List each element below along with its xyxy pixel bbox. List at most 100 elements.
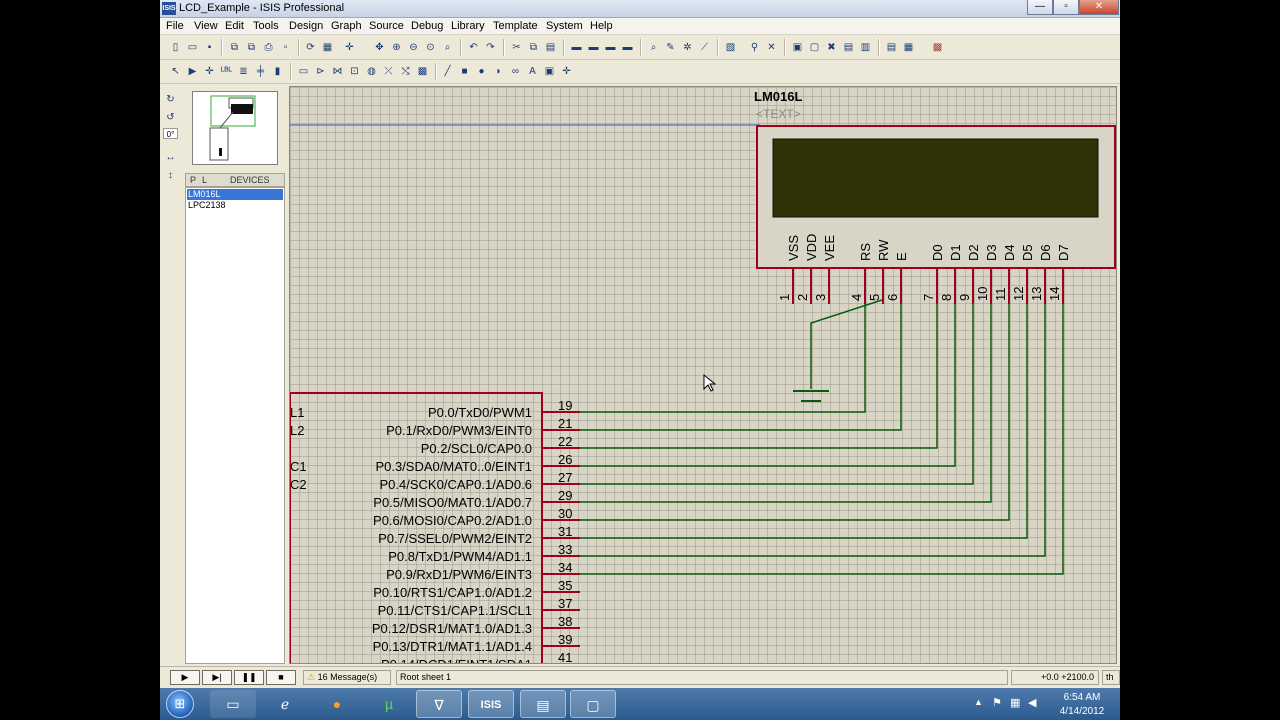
messages-field[interactable]: ⚠ 16 Message(s) xyxy=(303,670,391,685)
menu-debug[interactable]: Debug xyxy=(411,20,443,32)
mirror-vertical-icon[interactable]: ↕ xyxy=(163,168,178,183)
zoom-in-icon[interactable]: ⊕ xyxy=(389,40,404,55)
generator-icon[interactable]: ◍ xyxy=(364,64,379,79)
export-icon[interactable]: ⧉ xyxy=(244,40,259,55)
device-item-lpc2138[interactable]: LPC2138 xyxy=(187,200,283,211)
property-tool-icon[interactable]: ✕ xyxy=(764,40,779,55)
menu-view[interactable]: View xyxy=(194,20,218,32)
device-item-lm016l[interactable]: LM016L xyxy=(187,189,283,200)
firefox-icon[interactable]: ● xyxy=(314,690,360,718)
grid-icon[interactable]: ▦ xyxy=(320,40,335,55)
menu-edit[interactable]: Edit xyxy=(225,20,244,32)
visual-studio-icon[interactable]: ∇ xyxy=(416,690,462,718)
menu-design[interactable]: Design xyxy=(289,20,323,32)
clock-time[interactable]: 6:54 AM xyxy=(1058,692,1106,703)
save-icon[interactable]: ▪ xyxy=(202,40,217,55)
graph-icon[interactable]: ⋈ xyxy=(330,64,345,79)
rotate-cw-icon[interactable]: ↻ xyxy=(163,92,178,107)
window-icon[interactable]: ▢ xyxy=(570,690,616,718)
start-button[interactable]: ⊞ xyxy=(166,690,194,718)
current-probe-icon[interactable]: ⤭ xyxy=(398,64,413,79)
import-icon[interactable]: ⧉ xyxy=(227,40,242,55)
box-icon[interactable]: ■ xyxy=(457,64,472,79)
pin-icon[interactable]: ⊳ xyxy=(313,64,328,79)
junction-mode-icon[interactable]: ✛ xyxy=(202,64,217,79)
block-rotate-icon[interactable]: ▬ xyxy=(603,40,618,55)
menu-help[interactable]: Help xyxy=(590,20,613,32)
step-button[interactable]: ▶| xyxy=(202,670,232,685)
subcircuit-icon[interactable]: ▮ xyxy=(270,64,285,79)
path-icon[interactable]: ∞ xyxy=(508,64,523,79)
network-icon[interactable]: ▦ xyxy=(1010,696,1020,709)
paste-icon[interactable]: ▤ xyxy=(543,40,558,55)
tray-expand-icon[interactable]: ▲ xyxy=(974,697,983,707)
block-delete-icon[interactable]: ▬ xyxy=(620,40,635,55)
origin-icon[interactable]: ✛ xyxy=(342,40,357,55)
ares-icon[interactable]: ▦ xyxy=(901,40,916,55)
terminal-icon[interactable]: ▭ xyxy=(296,64,311,79)
rotation-field[interactable]: 0° xyxy=(163,128,178,139)
tab-pick-device[interactable]: P xyxy=(190,175,196,185)
print-icon[interactable]: ⎙ xyxy=(261,40,276,55)
line-icon[interactable]: ╱ xyxy=(440,64,455,79)
clock-date[interactable]: 4/14/2012 xyxy=(1054,706,1110,717)
overview-window[interactable] xyxy=(192,91,278,165)
menu-template[interactable]: Template xyxy=(493,20,538,32)
bus-mode-icon[interactable]: ╪ xyxy=(253,64,268,79)
menu-library[interactable]: Library xyxy=(451,20,485,32)
rotate-ccw-icon[interactable]: ↺ xyxy=(163,110,178,125)
explorer-icon[interactable]: ▭ xyxy=(210,690,256,718)
electrical-rule-check-icon[interactable]: ▥ xyxy=(858,40,873,55)
refresh-icon[interactable]: ⟳ xyxy=(303,40,318,55)
ares-pcb-icon[interactable]: ▩ xyxy=(930,40,945,55)
pick-device-icon[interactable]: ⌕ xyxy=(646,40,661,55)
mirror-horizontal-icon[interactable]: ↔ xyxy=(163,150,178,165)
bill-of-materials-icon[interactable]: ▤ xyxy=(841,40,856,55)
undo-icon[interactable]: ↶ xyxy=(466,40,481,55)
circle-icon[interactable]: ● xyxy=(474,64,489,79)
minimize-button[interactable]: — xyxy=(1027,0,1053,15)
title-bar[interactable]: ISIS LCD_Example - ISIS Professional — ▫… xyxy=(160,0,1120,18)
pan-icon[interactable]: ✥ xyxy=(372,40,387,55)
menu-file[interactable]: File xyxy=(166,20,184,32)
virtual-instrument-icon[interactable]: ▩ xyxy=(415,64,430,79)
packaging-icon[interactable]: ⟋ xyxy=(697,40,712,55)
block-move-icon[interactable]: ▬ xyxy=(586,40,601,55)
play-button[interactable]: ▶ xyxy=(170,670,200,685)
tab-library[interactable]: L xyxy=(202,175,207,185)
search-tag-icon[interactable]: ⚲ xyxy=(747,40,762,55)
zoom-all-icon[interactable]: ⊙ xyxy=(423,40,438,55)
action-center-icon[interactable]: ⚑ xyxy=(992,696,1002,709)
zoom-out-icon[interactable]: ⊖ xyxy=(406,40,421,55)
selection-mode-icon[interactable]: ↖ xyxy=(168,64,183,79)
menu-tools[interactable]: Tools xyxy=(253,20,279,32)
text-script-icon[interactable]: ≣ xyxy=(236,64,251,79)
stop-button[interactable]: ■ xyxy=(266,670,296,685)
make-device-icon[interactable]: ✎ xyxy=(663,40,678,55)
isis-icon[interactable]: ISIS xyxy=(468,690,514,718)
wire-autorouter-icon[interactable]: ▧ xyxy=(723,40,738,55)
close-button[interactable]: ✕ xyxy=(1079,0,1119,15)
pause-button[interactable]: ❚❚ xyxy=(234,670,264,685)
menu-source[interactable]: Source xyxy=(369,20,404,32)
remove-sheet-icon[interactable]: ▢ xyxy=(807,40,822,55)
print-area-icon[interactable]: ▫ xyxy=(278,40,293,55)
block-copy-icon[interactable]: ▬ xyxy=(569,40,584,55)
wire-label-icon[interactable]: ᴸᴮᴸ xyxy=(219,64,234,79)
symbol-icon[interactable]: ▣ xyxy=(542,64,557,79)
new-sheet-icon[interactable]: ▣ xyxy=(790,40,805,55)
maximize-button[interactable]: ▫ xyxy=(1053,0,1079,15)
cut-icon[interactable]: ✂ xyxy=(509,40,524,55)
component-mode-icon[interactable]: ▶ xyxy=(185,64,200,79)
marker-icon[interactable]: ✛ xyxy=(559,64,574,79)
zoom-area-icon[interactable]: ⌕ xyxy=(440,40,455,55)
redo-icon[interactable]: ↷ xyxy=(483,40,498,55)
volume-icon[interactable]: ◀ xyxy=(1028,696,1036,709)
copy-icon[interactable]: ⧉ xyxy=(526,40,541,55)
schematic-canvas[interactable]: LM016L <TEXT> VSS 1 VDD 2 VEE 3 RS 4 RW 5 E 6 D0 7 D1 8… xyxy=(289,86,1117,664)
tape-icon[interactable]: ⊡ xyxy=(347,64,362,79)
voltage-probe-icon[interactable]: ⤫ xyxy=(381,64,396,79)
utorrent-icon[interactable]: µ xyxy=(366,690,412,718)
text-icon[interactable]: A xyxy=(525,64,540,79)
menu-graph[interactable]: Graph xyxy=(331,20,362,32)
